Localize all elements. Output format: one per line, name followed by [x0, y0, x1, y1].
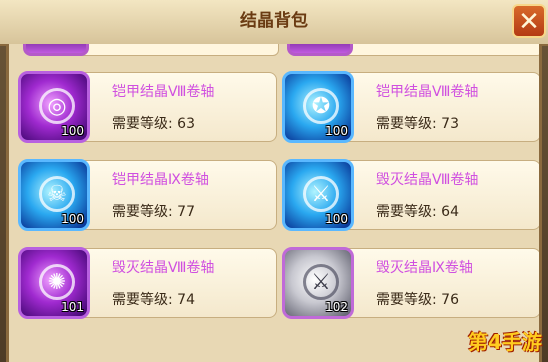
item-level: 需要等级: 74: [112, 289, 195, 309]
item-name: 毁灭结晶Ⅸ卷轴: [376, 260, 473, 276]
skull-icon: ☠: [39, 176, 75, 212]
item-level: 需要等级: 76: [376, 289, 459, 309]
item-count: 100: [61, 124, 84, 138]
list-item[interactable]: ◎ 100 铠甲结晶Ⅷ卷轴 需要等级: 63: [18, 71, 277, 143]
level-value: 73: [441, 116, 459, 132]
scroll-icon: ☠ 100: [18, 159, 90, 231]
list-item[interactable]: ⚔ 102 毁灭结晶Ⅸ卷轴 需要等级: 76: [282, 247, 539, 319]
level-label: 需要等级:: [376, 204, 442, 220]
scroll-icon: ⚔ 100: [282, 159, 354, 231]
scroll-icon-partial: [287, 44, 353, 56]
swords-icon: ⚔: [303, 176, 339, 212]
item-level: 需要等级: 64: [376, 201, 459, 221]
bag-window: 结晶背包 ✕ ◎ 100 铠甲结晶Ⅷ卷轴 需要等级: 63 ✪ 100 铠甲结晶…: [0, 0, 548, 362]
scroll-icon-partial: [23, 44, 89, 56]
item-name: 铠甲结晶Ⅸ卷轴: [112, 172, 209, 188]
item-count: 100: [325, 212, 348, 226]
list-item[interactable]: ✪ 100 铠甲结晶Ⅷ卷轴 需要等级: 73: [282, 71, 539, 143]
item-name: 毁灭结晶Ⅷ卷轴: [376, 172, 479, 188]
list-item[interactable]: ⚔ 100 毁灭结晶Ⅷ卷轴 需要等级: 64: [282, 159, 539, 231]
item-level: 需要等级: 77: [112, 201, 195, 221]
level-value: 63: [177, 116, 195, 132]
level-label: 需要等级:: [112, 292, 178, 308]
scroll-icon: ◎ 100: [18, 71, 90, 143]
list-item[interactable]: ✺ 101 毁灭结晶Ⅷ卷轴 需要等级: 74: [18, 247, 277, 319]
scroll-icon: ⚔ 102: [282, 247, 354, 319]
level-value: 77: [177, 204, 195, 220]
swords-icon: ⚔: [303, 264, 339, 300]
scroll-icon: ✪ 100: [282, 71, 354, 143]
window-title: 结晶背包: [240, 11, 308, 31]
title-bar: 结晶背包 ✕: [0, 0, 548, 46]
level-label: 需要等级:: [376, 116, 442, 132]
list-item[interactable]: ☠ 100 铠甲结晶Ⅸ卷轴 需要等级: 77: [18, 159, 277, 231]
level-value: 74: [177, 292, 195, 308]
close-button[interactable]: ✕: [512, 4, 546, 38]
level-label: 需要等级:: [376, 292, 442, 308]
item-name: 铠甲结晶Ⅷ卷轴: [112, 84, 215, 100]
level-value: 76: [441, 292, 459, 308]
emblem-icon: ◎: [39, 88, 75, 124]
item-count: 100: [325, 124, 348, 138]
level-label: 需要等级:: [112, 204, 178, 220]
item-list[interactable]: ◎ 100 铠甲结晶Ⅷ卷轴 需要等级: 63 ✪ 100 铠甲结晶Ⅷ卷轴 需要等…: [6, 44, 542, 362]
item-level: 需要等级: 73: [376, 113, 459, 133]
item-count: 100: [61, 212, 84, 226]
item-level: 需要等级: 63: [112, 113, 195, 133]
item-count: 101: [61, 300, 84, 314]
scroll-icon: ✺ 101: [18, 247, 90, 319]
item-name: 铠甲结晶Ⅷ卷轴: [376, 84, 479, 100]
item-name: 毁灭结晶Ⅷ卷轴: [112, 260, 215, 276]
emblem-icon: ✪: [303, 88, 339, 124]
item-count: 102: [325, 300, 348, 314]
watermark-logo: 第4手游: [468, 330, 542, 354]
level-value: 64: [441, 204, 459, 220]
emblem-icon: ✺: [39, 264, 75, 300]
level-label: 需要等级:: [112, 116, 178, 132]
